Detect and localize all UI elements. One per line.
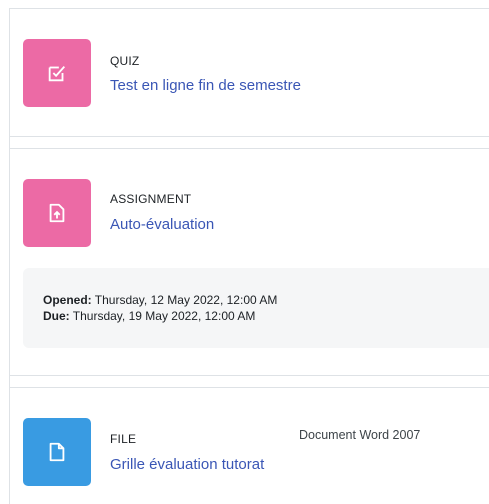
file-type-info: Document Word 2007 (299, 428, 421, 442)
quiz-icon-box[interactable] (23, 39, 91, 107)
file-icon-box[interactable] (23, 418, 91, 486)
activity-dates: Opened: Thursday, 12 May 2022, 12:00 AM … (23, 268, 489, 348)
opened-label: Opened: (43, 293, 92, 307)
due-date: Due: Thursday, 19 May 2022, 12:00 AM (43, 308, 489, 324)
quiz-checkbox-icon (48, 65, 66, 82)
activity-link-quiz[interactable]: Test en ligne fin de semestre (110, 77, 301, 94)
opened-date: Opened: Thursday, 12 May 2022, 12:00 AM (43, 292, 489, 308)
activity-link-assignment[interactable]: Auto-évaluation (110, 216, 214, 233)
opened-value: Thursday, 12 May 2022, 12:00 AM (91, 293, 278, 307)
activity-assignment: ASSIGNMENT Auto-évaluation Opened: Thurs… (9, 148, 489, 376)
due-value: Thursday, 19 May 2022, 12:00 AM (69, 309, 256, 323)
activity-type-label: ASSIGNMENT (110, 192, 192, 206)
activity-type-label: FILE (110, 432, 137, 446)
assignment-upload-icon (49, 203, 65, 223)
due-label: Due: (43, 309, 70, 323)
activity-type-label: QUIZ (110, 54, 140, 68)
activity-file: FILE Document Word 2007 Grille évaluatio… (9, 387, 489, 504)
file-document-icon (49, 442, 65, 462)
activity-link-file[interactable]: Grille évaluation tutorat (110, 456, 264, 473)
activity-quiz: QUIZ Test en ligne fin de semestre (9, 8, 489, 137)
assignment-icon-box[interactable] (23, 179, 91, 247)
